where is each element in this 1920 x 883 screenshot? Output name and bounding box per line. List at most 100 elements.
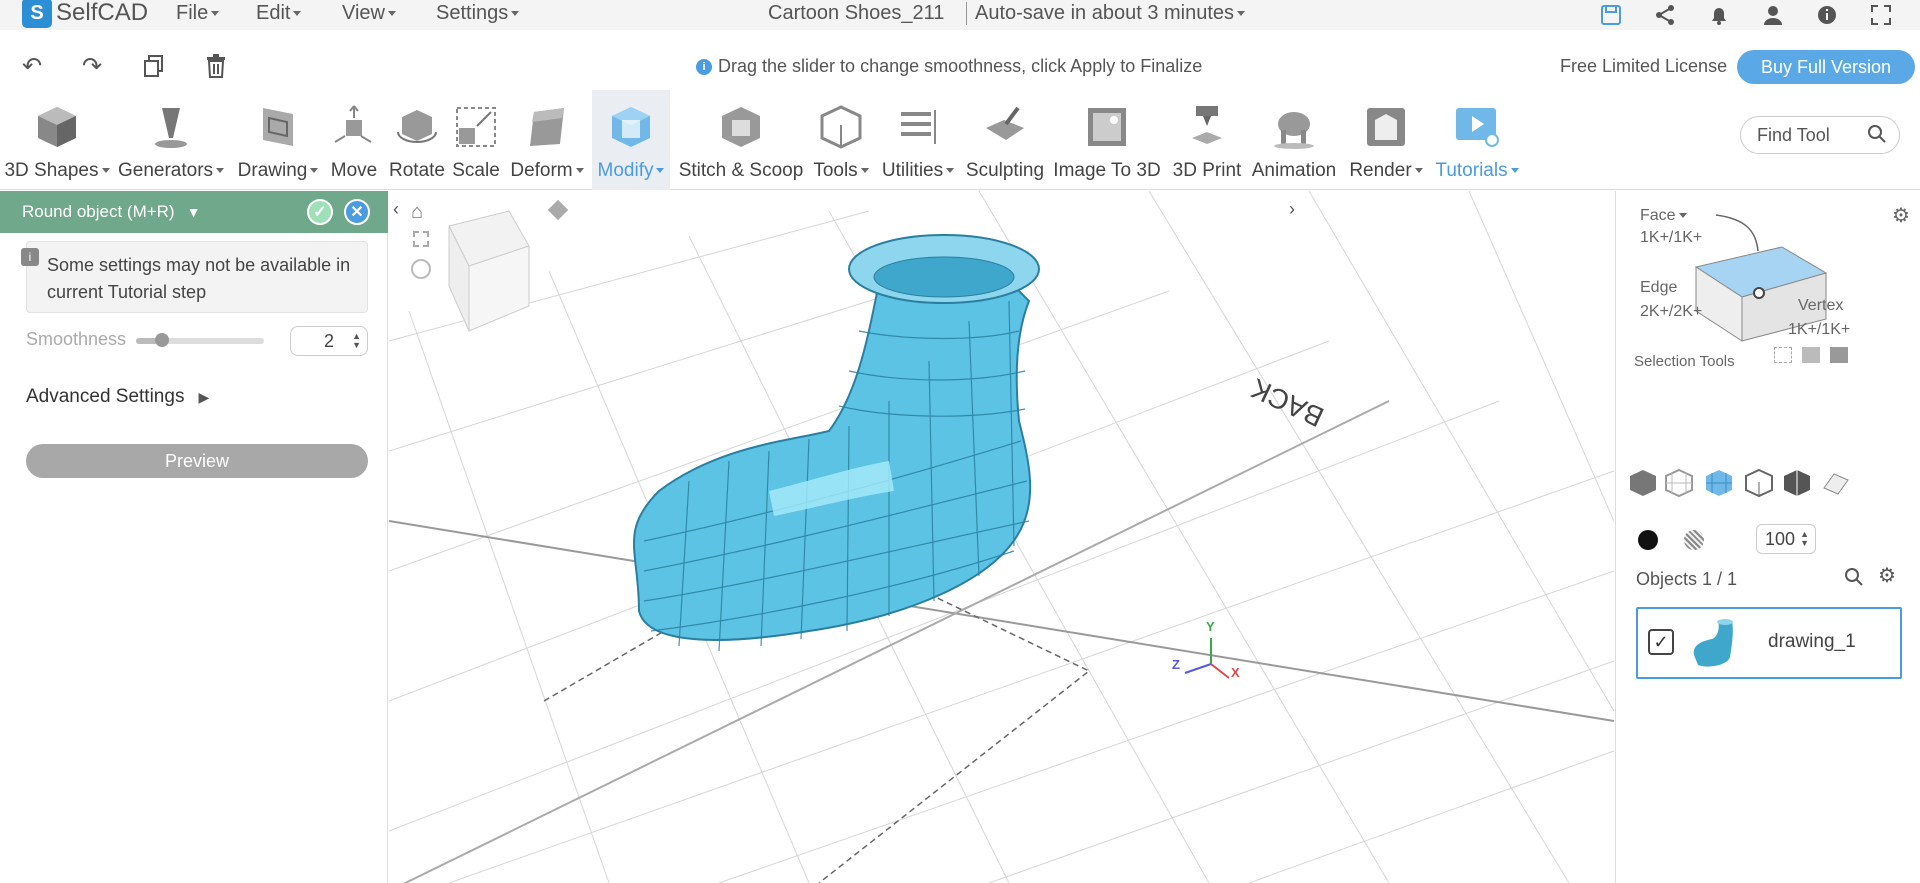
selfcad-logo[interactable]: S SelfCAD xyxy=(22,0,148,30)
fit-view-icon[interactable] xyxy=(413,231,429,247)
scale-icon xyxy=(451,100,501,154)
action-bar: ↶ ↷ i Drag the slider to change smoothne… xyxy=(0,44,1920,88)
objects-settings-gear-icon[interactable]: ⚙ xyxy=(1878,563,1896,588)
undo-icon[interactable]: ↶ xyxy=(18,52,46,80)
menu-view[interactable]: View xyxy=(342,2,396,25)
modify-icon xyxy=(606,100,656,154)
tool-utilities[interactable]: Utilities xyxy=(876,90,960,190)
collapse-right-panel-icon[interactable]: › xyxy=(1289,199,1295,220)
smoothness-slider[interactable] xyxy=(136,333,264,347)
selection-tools-label: Selection Tools xyxy=(1634,353,1735,370)
opacity-arrows-icon[interactable]: ▲ ▼ xyxy=(1800,530,1809,548)
logo-mark: S xyxy=(22,0,52,28)
fullscreen-icon[interactable] xyxy=(1868,3,1894,27)
save-icon[interactable] xyxy=(1598,3,1624,27)
buy-full-version-button[interactable]: Buy Full Version xyxy=(1737,50,1915,84)
cancel-close-button[interactable]: ✕ xyxy=(344,199,370,225)
slider-handle[interactable] xyxy=(154,333,169,347)
gear-icon[interactable]: ⚙ xyxy=(1892,203,1910,228)
axis-z-label: Z xyxy=(1172,657,1180,672)
deform-icon xyxy=(522,100,572,154)
tool-stitch-scoop[interactable]: Stitch & Scoop xyxy=(676,90,806,190)
orbit-target-icon[interactable] xyxy=(411,259,431,279)
utilities-icon xyxy=(893,100,943,154)
objects-count-label: Objects 1 / 1 xyxy=(1636,569,1738,589)
back-face-label: BACK xyxy=(1246,372,1328,432)
redo-icon[interactable]: ↷ xyxy=(78,52,106,80)
object-thumbnail xyxy=(1693,619,1733,667)
tool-scale[interactable]: Scale xyxy=(450,90,502,190)
document-title[interactable]: Cartoon Shoes_211 xyxy=(768,2,944,25)
texture-icon[interactable] xyxy=(1684,530,1704,550)
face-mode-label[interactable]: Face xyxy=(1640,207,1687,225)
tools-icon xyxy=(816,100,866,154)
xray-view-icon[interactable] xyxy=(1742,466,1776,500)
objects-search-icon[interactable] xyxy=(1844,567,1864,592)
edge-mode-label[interactable]: Edge xyxy=(1640,279,1677,297)
tool-tools[interactable]: Tools xyxy=(810,90,872,190)
transparent-view-icon[interactable] xyxy=(1818,466,1852,500)
search-icon[interactable] xyxy=(1867,124,1889,146)
opacity-stepper[interactable]: 100 ▲ ▼ xyxy=(1756,524,1816,554)
delete-icon[interactable] xyxy=(202,52,230,80)
vertex-count: 1K+/1K+ xyxy=(1788,321,1851,338)
vertex-mode-label[interactable]: Vertex xyxy=(1798,297,1843,315)
tool-sculpting[interactable]: Sculpting xyxy=(962,90,1048,190)
view-cube[interactable] xyxy=(448,210,530,332)
tool-drawing[interactable]: Drawing xyxy=(234,90,322,190)
select-box-icon[interactable] xyxy=(1802,347,1820,363)
panel-collapse-icon[interactable]: ▼ xyxy=(187,204,201,220)
preview-button[interactable]: Preview xyxy=(26,444,368,478)
tool-modify[interactable]: Modify xyxy=(592,90,670,190)
menu-settings[interactable]: Settings xyxy=(436,2,520,25)
3d-viewport[interactable]: BACK Y X Z ‹ ⌂ › xyxy=(389,191,1614,883)
top-menu-bar: S SelfCAD File Edit View Settings Cartoo… xyxy=(0,0,1920,30)
find-tool-input[interactable]: Find Tool xyxy=(1740,116,1900,154)
mesh-view-icon[interactable] xyxy=(1702,466,1736,500)
tool-image-to-3d[interactable]: Image To 3D xyxy=(1052,90,1162,190)
shaded-view-icon[interactable] xyxy=(1780,466,1814,500)
color-picker-icon[interactable] xyxy=(1638,530,1658,550)
object-visibility-checkbox[interactable]: ✓ xyxy=(1648,629,1674,655)
tool-deform[interactable]: Deform xyxy=(506,90,588,190)
share-icon[interactable] xyxy=(1652,3,1678,27)
notice-info-icon: i xyxy=(21,248,39,266)
solid-view-icon[interactable] xyxy=(1626,466,1660,500)
tool-3d-print[interactable]: 3D Print xyxy=(1168,90,1246,190)
select-all-icon[interactable] xyxy=(1830,347,1848,363)
stepper-arrows-icon[interactable]: ▲ ▼ xyxy=(352,332,361,350)
copy-icon[interactable] xyxy=(140,52,168,80)
tool-generators[interactable]: Generators xyxy=(116,90,226,190)
rotate-icon xyxy=(392,100,442,154)
tool-rotate[interactable]: Rotate xyxy=(386,90,448,190)
notifications-bell-icon[interactable] xyxy=(1706,3,1732,27)
smoothness-stepper[interactable]: 2 ▲ ▼ xyxy=(290,326,368,356)
boot-mesh-object[interactable] xyxy=(633,234,1040,652)
tool-render[interactable]: Render xyxy=(1344,90,1428,190)
image-to-3d-icon xyxy=(1082,100,1132,154)
menu-edit[interactable]: Edit xyxy=(256,2,302,25)
autosave-dropdown[interactable]: Auto-save in about 3 minutes xyxy=(966,2,1246,25)
tool-animation[interactable]: Animation xyxy=(1248,90,1340,190)
object-list-item[interactable]: ✓ drawing_1 xyxy=(1636,607,1902,679)
wireframe-view-icon[interactable] xyxy=(1662,466,1696,500)
tutorial-notice: i Some settings may not be available in … xyxy=(21,241,368,313)
info-icon[interactable] xyxy=(1814,3,1840,27)
menu-file[interactable]: File xyxy=(176,2,220,25)
select-lasso-icon[interactable] xyxy=(1774,347,1792,363)
tool-3d-shapes[interactable]: 3D Shapes xyxy=(4,90,110,190)
tool-move[interactable]: Move xyxy=(326,90,382,190)
cube-icon xyxy=(32,100,82,154)
advanced-settings-toggle[interactable]: Advanced Settings ▶ xyxy=(26,386,209,408)
user-icon[interactable] xyxy=(1760,3,1786,27)
object-name: drawing_1 xyxy=(1768,631,1856,652)
license-text: Free Limited License xyxy=(1560,56,1728,76)
collapse-left-panel-icon[interactable]: ‹ xyxy=(393,199,399,220)
tool-tutorials[interactable]: Tutorials xyxy=(1430,90,1524,190)
scene-canvas: BACK xyxy=(389,191,1614,883)
smoothness-label: Smoothness xyxy=(26,329,127,349)
generators-icon xyxy=(146,100,196,154)
apply-check-button[interactable]: ✓ xyxy=(307,199,333,225)
sculpting-icon xyxy=(980,100,1030,154)
home-view-icon[interactable]: ⌂ xyxy=(411,201,423,224)
